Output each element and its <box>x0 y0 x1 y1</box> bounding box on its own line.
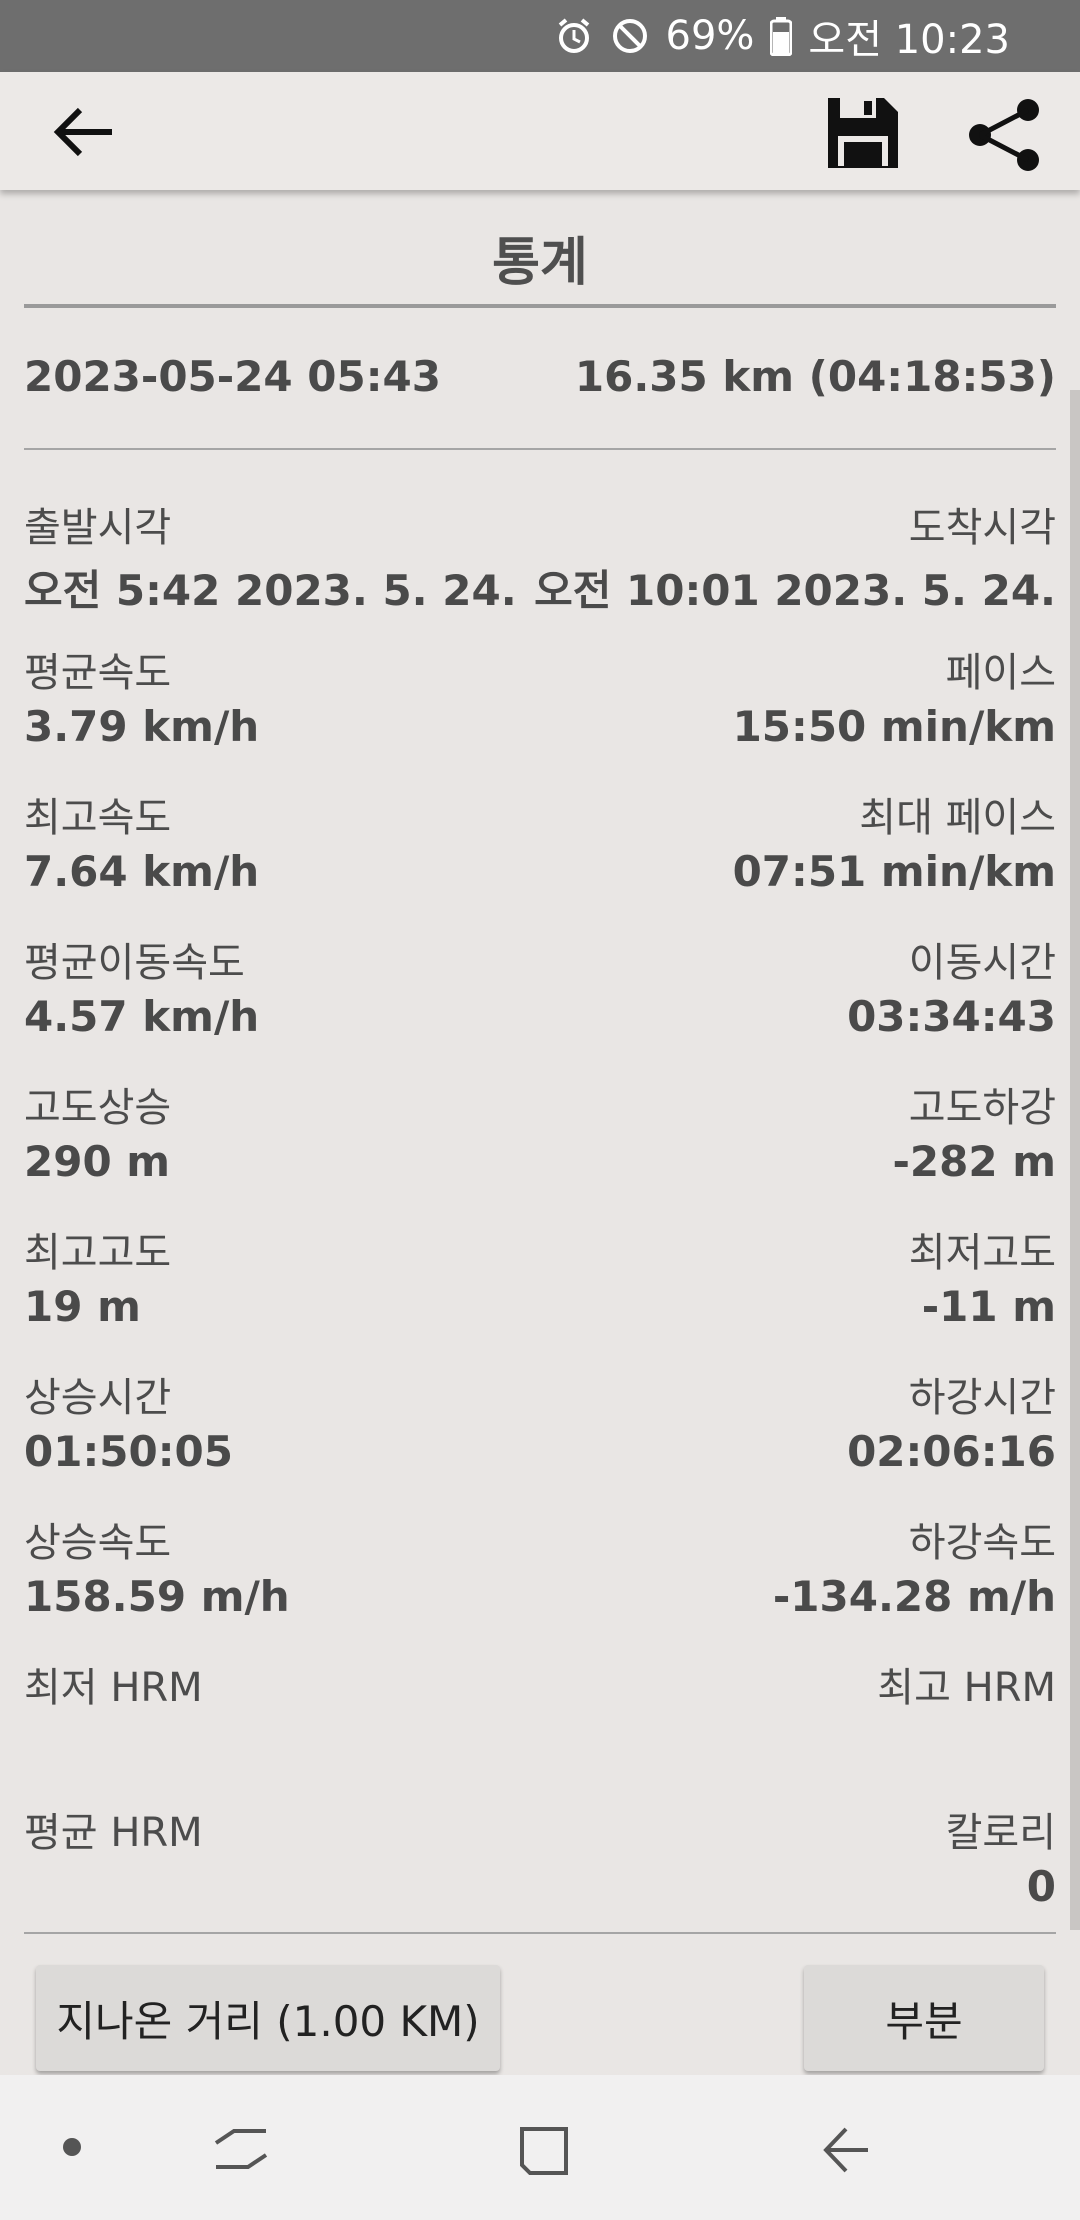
home-icon[interactable] <box>518 2125 570 2181</box>
avg-moving-speed-value: 4.57 km/h <box>24 992 260 1041</box>
stat-row-climb-speed: 상승속도 하강속도 158.59 m/h -134.28 m/h <box>24 1510 1056 1650</box>
descent-speed-label: 하강속도 <box>908 1520 1056 1566</box>
clock: 오전 10:23 <box>808 17 1010 63</box>
min-elevation-label: 최저고도 <box>908 1230 1056 1276</box>
max-pace-label: 최대 페이스 <box>859 795 1056 841</box>
title-divider <box>24 304 1056 308</box>
ascent-label: 고도상승 <box>24 1085 172 1131</box>
start-time-label: 출발시각 <box>24 505 172 551</box>
max-speed-label: 최고속도 <box>24 795 172 841</box>
stat-row-moving: 평균이동속도 이동시간 4.57 km/h 03:34:43 <box>24 930 1056 1070</box>
page-title: 통계 <box>492 233 588 293</box>
moving-time-label: 이동시간 <box>908 940 1056 986</box>
stat-row-time: 출발시각 도착시각 오전 5:42 2023. 5. 24. 오전 10:01 … <box>24 495 1056 635</box>
avg-moving-speed-label: 평균이동속도 <box>24 940 245 986</box>
ascent-time-value: 01:50:05 <box>24 1427 233 1476</box>
moving-time-value: 03:34:43 <box>847 992 1056 1041</box>
pace-label: 페이스 <box>945 650 1056 696</box>
descent-value: -282 m <box>892 1137 1057 1186</box>
ascent-time-label: 상승시간 <box>24 1375 172 1421</box>
calories-value: 0 <box>1026 1862 1056 1911</box>
statistics-panel: 통계 2023-05-24 05:43 16.35 km (04:18:53) … <box>0 190 1080 2075</box>
dot-icon[interactable] <box>62 2137 82 2161</box>
arrow-left-icon[interactable] <box>52 104 116 160</box>
stat-row-elevation-change: 고도상승 고도하강 290 m -282 m <box>24 1075 1056 1215</box>
calories-label: 칼로리 <box>945 1810 1056 1856</box>
descent-label: 고도하강 <box>908 1085 1056 1131</box>
stat-row-avg-hrm: 평균 HRM 칼로리 0 <box>24 1800 1056 1940</box>
avg-speed-value: 3.79 km/h <box>24 702 260 751</box>
stat-row-climb-time: 상승시간 하강시간 01:50:05 02:06:16 <box>24 1365 1056 1505</box>
part-button[interactable]: 부분 <box>804 1965 1044 2071</box>
alarm-icon <box>554 16 594 56</box>
max-speed-value: 7.64 km/h <box>24 847 260 896</box>
stat-row-speed: 평균속도 페이스 3.79 km/h 15:50 min/km <box>24 640 1056 780</box>
start-time-value: 오전 5:42 2023. 5. 24. <box>24 566 517 615</box>
summary-row: 2023-05-24 05:43 16.35 km (04:18:53) <box>24 352 1056 412</box>
stat-row-hrm: 최저 HRM 최고 HRM <box>24 1655 1056 1795</box>
system-nav-bar <box>0 2075 1080 2220</box>
battery-icon <box>770 16 793 56</box>
distance-interval-button[interactable]: 지나온 거리 (1.00 KM) <box>36 1965 500 2071</box>
descent-time-value: 02:06:16 <box>847 1427 1056 1476</box>
back-nav-icon[interactable] <box>822 2123 872 2181</box>
summary-divider <box>24 448 1056 450</box>
summary-date: 2023-05-24 05:43 <box>24 352 441 401</box>
descent-speed-value: -134.28 m/h <box>772 1572 1056 1621</box>
descent-time-label: 하강시간 <box>908 1375 1056 1421</box>
ascent-speed-value: 158.59 m/h <box>24 1572 290 1621</box>
stat-row-elevation: 최고고도 최저고도 19 m -11 m <box>24 1220 1056 1360</box>
pace-value: 15:50 min/km <box>732 702 1056 751</box>
summary-distance: 16.35 km (04:18:53) <box>574 352 1056 401</box>
recent-apps-icon[interactable] <box>214 2123 268 2179</box>
min-elevation-value: -11 m <box>921 1282 1056 1331</box>
max-elevation-label: 최고고도 <box>24 1230 172 1276</box>
do-not-disturb-icon <box>610 16 650 56</box>
app-bar <box>0 72 1080 190</box>
max-hrm-label: 최고 HRM <box>877 1665 1056 1711</box>
max-pace-value: 07:51 min/km <box>732 847 1056 896</box>
share-icon[interactable] <box>964 98 1044 172</box>
battery-percent: 69% <box>665 13 755 59</box>
min-hrm-label: 최저 HRM <box>24 1665 203 1711</box>
scrollbar[interactable] <box>1070 390 1080 1930</box>
ascent-value: 290 m <box>24 1137 171 1186</box>
avg-speed-label: 평균속도 <box>24 650 172 696</box>
stat-row-max-speed: 최고속도 최대 페이스 7.64 km/h 07:51 min/km <box>24 785 1056 925</box>
arrival-time-label: 도착시각 <box>908 505 1056 551</box>
floppy-disk-icon[interactable] <box>826 96 900 170</box>
max-elevation-value: 19 m <box>24 1282 141 1331</box>
ascent-speed-label: 상승속도 <box>24 1520 172 1566</box>
arrival-time-value: 오전 10:01 2023. 5. 24. <box>534 566 1056 615</box>
bottom-divider <box>24 1932 1056 1934</box>
status-bar: 69% 오전 10:23 <box>0 0 1080 72</box>
avg-hrm-label: 평균 HRM <box>24 1810 203 1856</box>
